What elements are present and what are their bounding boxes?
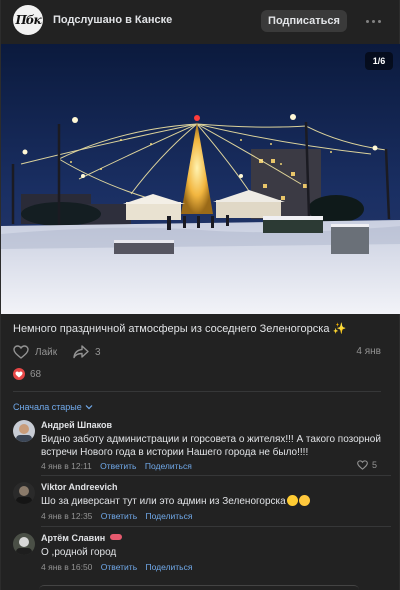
- chevron-down-icon: [85, 405, 93, 410]
- post-photo[interactable]: 1/6: [1, 44, 400, 314]
- post-actions: Лайк 3 4 янв: [13, 342, 389, 362]
- comment-author[interactable]: Viktor Andreevich: [41, 482, 118, 492]
- share-count: 3: [95, 346, 101, 358]
- community-avatar[interactable]: Пбк: [13, 5, 43, 35]
- share-link[interactable]: Поделиться: [146, 511, 193, 521]
- community-name[interactable]: Подслушано в Канске: [53, 14, 172, 26]
- heart-icon: [357, 460, 368, 470]
- comment-like-button[interactable]: 5: [357, 460, 377, 470]
- comment-time[interactable]: 4 янв в 16:50: [41, 562, 92, 572]
- comment-divider: [41, 526, 391, 527]
- post-text: Немного праздничной атмосферы из соседне…: [13, 323, 347, 335]
- commenter-avatar[interactable]: [13, 482, 35, 504]
- photo-counter: 1/6: [365, 52, 393, 70]
- comment-text-body: Шо за диверсант тут или это админ из Зел…: [41, 496, 286, 507]
- commenter-avatar[interactable]: [13, 420, 35, 442]
- comment-input-edge[interactable]: [39, 585, 359, 590]
- reply-link[interactable]: Ответить: [100, 461, 136, 471]
- post-header: Пбк Подслушано в Канске Подписаться: [1, 0, 400, 44]
- comment-author[interactable]: Артём Славин: [41, 533, 122, 543]
- avatar-logo-text: Пбк: [15, 13, 41, 27]
- share-button[interactable]: 3: [73, 342, 101, 362]
- comment-meta: 4 янв в 12:11 Ответить Поделиться: [41, 461, 192, 471]
- winter-square-photo: [1, 44, 400, 314]
- like-button[interactable]: Лайк: [13, 342, 57, 362]
- comment: Viktor Andreevich Шо за диверсант тут ил…: [13, 482, 389, 524]
- comment-time[interactable]: 4 янв в 12:11: [41, 461, 92, 471]
- comment-text: О ,родной город: [41, 547, 117, 558]
- comment-text: Видно заботу администрации и горсовета о…: [41, 434, 381, 458]
- candy-emoji-icon: [109, 534, 122, 540]
- comment-meta: 4 янв в 16:50 Ответить Поделиться: [41, 562, 192, 572]
- post-date[interactable]: 4 янв: [356, 346, 381, 357]
- grinning-emoji-icon: [298, 495, 310, 506]
- reaction-heart-icon: [13, 368, 25, 380]
- share-link[interactable]: Поделиться: [145, 461, 192, 471]
- comment: Артём Славин О ,родной город 4 янв в 16:…: [13, 533, 389, 575]
- comment-meta: 4 янв в 12:35 Ответить Поделиться: [41, 511, 192, 521]
- divider: [13, 391, 381, 392]
- reactions-count: 68: [30, 368, 42, 380]
- subscribe-button[interactable]: Подписаться: [261, 10, 347, 32]
- comment: Андрей Шпаков Видно заботу администрации…: [13, 420, 389, 472]
- sort-label: Сначала старые: [13, 402, 82, 412]
- comment-like-count: 5: [371, 460, 377, 470]
- reply-link[interactable]: Ответить: [101, 511, 137, 521]
- share-icon: [73, 345, 89, 359]
- comments-sort-dropdown[interactable]: Сначала старые: [13, 402, 93, 412]
- reactions-summary[interactable]: 68: [13, 367, 41, 381]
- post-card: Пбк Подслушано в Канске Подписаться 1/6 …: [0, 0, 400, 590]
- thinking-emoji-icon: [286, 495, 298, 506]
- comment-divider: [41, 475, 391, 476]
- comment-author[interactable]: Андрей Шпаков: [41, 420, 112, 430]
- heart-icon: [13, 345, 29, 359]
- comment-author-name[interactable]: Артём Славин: [41, 533, 105, 543]
- like-label: Лайк: [35, 346, 58, 358]
- commenter-avatar[interactable]: [13, 533, 35, 555]
- reply-link[interactable]: Ответить: [101, 562, 137, 572]
- comment-time[interactable]: 4 янв в 12:35: [41, 511, 92, 521]
- comment-text: Шо за диверсант тут или это админ из Зел…: [41, 495, 381, 508]
- more-options-icon[interactable]: [363, 12, 383, 30]
- share-link[interactable]: Поделиться: [146, 562, 193, 572]
